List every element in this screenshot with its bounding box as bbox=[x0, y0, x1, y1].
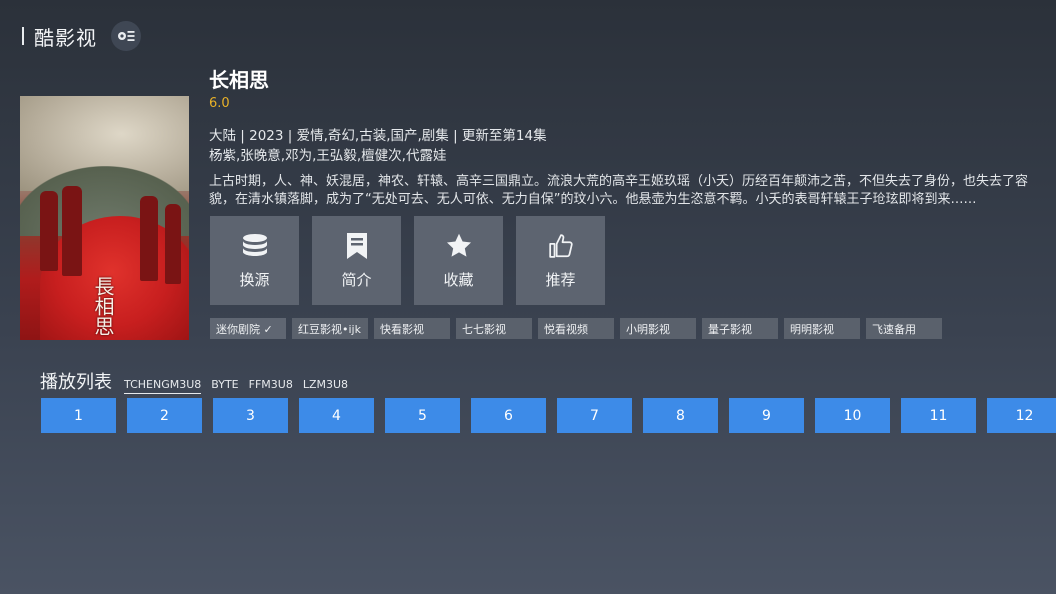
favorite-button[interactable]: 收藏 bbox=[414, 216, 503, 305]
recommend-button[interactable]: 推荐 bbox=[516, 216, 605, 305]
episode-button-2[interactable]: 2 bbox=[127, 398, 202, 433]
settings-button[interactable] bbox=[111, 21, 141, 51]
source-item-6[interactable]: 小明影视 bbox=[620, 318, 696, 339]
playlist-tab-lzm3u8[interactable]: LZM3U8 bbox=[303, 378, 348, 393]
intro-button[interactable]: 简介 bbox=[312, 216, 401, 305]
playlist-tab-tchengm3u8[interactable]: TCHENGM3U8 bbox=[124, 378, 202, 394]
movie-meta: 大陆 | 2023 | 爱情,奇幻,古装,国产,剧集 | 更新至第14集 bbox=[209, 128, 547, 144]
source-item-3[interactable]: 快看影视 bbox=[374, 318, 450, 339]
episode-button-9[interactable]: 9 bbox=[729, 398, 804, 433]
source-item-8[interactable]: 明明影视 bbox=[784, 318, 860, 339]
source-item-7[interactable]: 量子影视 bbox=[702, 318, 778, 339]
bookmark-icon bbox=[346, 233, 367, 259]
poster-image: 長相思 bbox=[20, 96, 189, 340]
source-item-5[interactable]: 悦看视频 bbox=[538, 318, 614, 339]
episode-button-8[interactable]: 8 bbox=[643, 398, 718, 433]
source-list: 迷你剧院 ✓ 红豆影视•ijk 快看影视 七七影视 悦看视频 小明影视 量子影视… bbox=[210, 318, 942, 339]
header: 酷影视 bbox=[22, 20, 141, 52]
settings-list-icon bbox=[118, 31, 135, 41]
movie-title: 长相思 bbox=[209, 68, 269, 92]
episode-button-11[interactable]: 11 bbox=[901, 398, 976, 433]
episode-button-3[interactable]: 3 bbox=[213, 398, 288, 433]
recommend-label: 推荐 bbox=[545, 271, 576, 289]
header-divider bbox=[22, 27, 24, 45]
episode-button-12[interactable]: 12 bbox=[987, 398, 1056, 433]
change-source-button[interactable]: 换源 bbox=[210, 216, 299, 305]
episode-button-4[interactable]: 4 bbox=[299, 398, 374, 433]
source-item-4[interactable]: 七七影视 bbox=[456, 318, 532, 339]
movie-description: 上古时期，人、神、妖混居，神农、轩辕、高辛三国鼎立。流浪大荒的高辛王姬玖瑶（小夭… bbox=[209, 174, 1029, 207]
episode-button-1[interactable]: 1 bbox=[41, 398, 116, 433]
episode-button-6[interactable]: 6 bbox=[471, 398, 546, 433]
episode-button-5[interactable]: 5 bbox=[385, 398, 460, 433]
favorite-label: 收藏 bbox=[443, 271, 474, 289]
episode-button-7[interactable]: 7 bbox=[557, 398, 632, 433]
episode-list: 1 2 3 4 5 6 7 8 9 10 11 12 bbox=[41, 398, 1056, 433]
intro-label: 简介 bbox=[341, 271, 372, 289]
source-item-2[interactable]: 红豆影视•ijk bbox=[292, 318, 368, 339]
change-source-label: 换源 bbox=[239, 271, 270, 289]
playlist-tab-byte[interactable]: BYTE bbox=[211, 378, 238, 393]
episode-button-10[interactable]: 10 bbox=[815, 398, 890, 433]
playlist-header: 播放列表 TCHENGM3U8 BYTE FFM3U8 LZM3U8 bbox=[40, 368, 358, 394]
database-icon bbox=[242, 234, 267, 256]
star-icon bbox=[446, 233, 471, 257]
playlist-title: 播放列表 bbox=[40, 372, 112, 393]
poster-calligraphy: 長相思 bbox=[91, 276, 115, 336]
playlist-tab-ffm3u8[interactable]: FFM3U8 bbox=[249, 378, 293, 393]
thumbs-up-icon bbox=[548, 234, 573, 258]
action-buttons: 换源 简介 收藏 推荐 bbox=[210, 216, 605, 305]
app-title: 酷影视 bbox=[34, 25, 97, 50]
movie-cast: 杨紫,张晚意,邓为,王弘毅,檀健次,代露娃 bbox=[209, 148, 447, 164]
source-item-1[interactable]: 迷你剧院 ✓ bbox=[210, 318, 286, 339]
movie-rating: 6.0 bbox=[209, 96, 230, 111]
source-item-9[interactable]: 飞速备用 bbox=[866, 318, 942, 339]
